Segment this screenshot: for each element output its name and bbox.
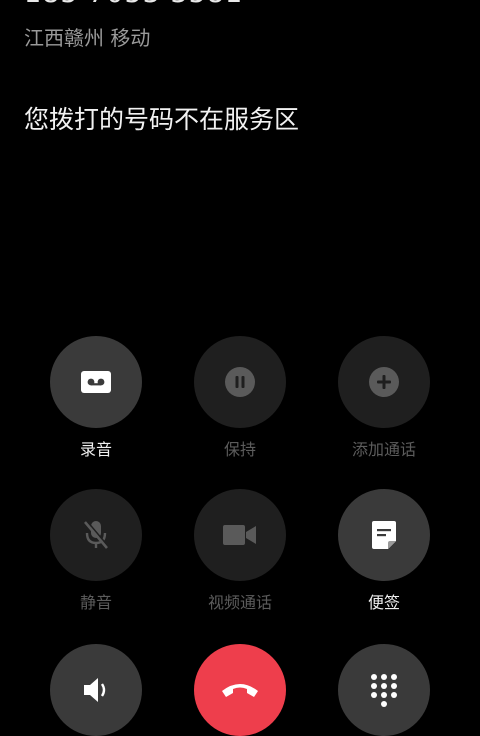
- pause-icon: [225, 367, 255, 397]
- keypad-button[interactable]: [338, 644, 430, 736]
- plus-icon: [369, 367, 399, 397]
- speaker-button[interactable]: [50, 644, 142, 736]
- notes-label: 便签: [367, 593, 400, 612]
- note-icon: [372, 521, 396, 549]
- phone-hangup-icon: [220, 681, 260, 699]
- phone-number: 185 7053 3581: [24, 0, 243, 9]
- video-call-button[interactable]: [194, 489, 286, 581]
- mute-button[interactable]: [50, 489, 142, 581]
- dialpad-icon: [370, 673, 398, 707]
- hold-label: 保持: [223, 440, 256, 459]
- caller-location: 江西赣州 移动: [24, 26, 151, 50]
- mic-off-icon: [81, 519, 111, 551]
- call-status-message: 您拨打的号码不在服务区: [24, 105, 300, 134]
- notes-button[interactable]: [338, 489, 430, 581]
- add-call-label: 添加通话: [351, 440, 416, 459]
- voicemail-icon: [81, 371, 111, 393]
- add-call-button[interactable]: [338, 336, 430, 428]
- mute-label: 静音: [79, 593, 112, 612]
- speaker-icon: [81, 675, 111, 705]
- hold-button[interactable]: [194, 336, 286, 428]
- record-button[interactable]: [50, 336, 142, 428]
- video-camera-icon: [223, 524, 257, 546]
- record-label: 录音: [79, 440, 112, 459]
- end-call-button[interactable]: [194, 644, 286, 736]
- video-call-label: 视频通话: [207, 593, 272, 612]
